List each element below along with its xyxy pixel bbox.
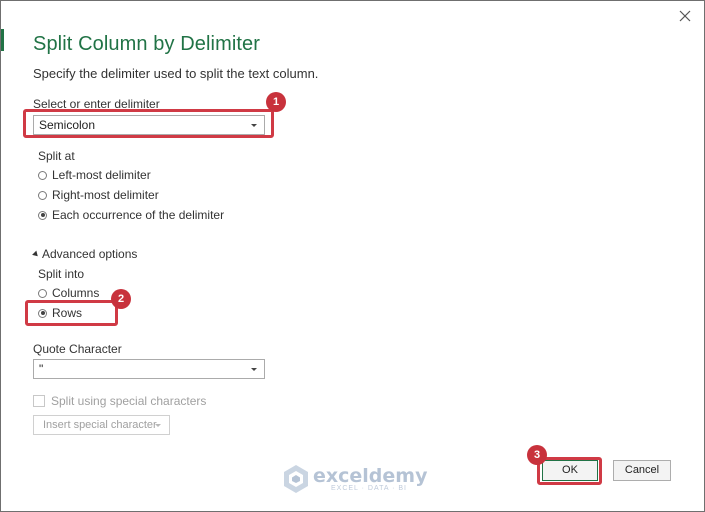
radio-left-most[interactable]: Left-most delimiter bbox=[38, 168, 151, 182]
insert-special-character-button: Insert special character bbox=[33, 415, 170, 435]
radio-rows[interactable]: Rows bbox=[38, 306, 82, 320]
advanced-options-toggle[interactable]: Advanced options bbox=[32, 247, 138, 261]
split-into-label: Split into bbox=[38, 267, 85, 281]
chevron-down-icon bbox=[251, 368, 257, 371]
radio-label: Each occurrence of the delimiter bbox=[52, 208, 225, 222]
radio-label: Left-most delimiter bbox=[52, 168, 151, 182]
dialog-subtitle: Specify the delimiter used to split the … bbox=[33, 66, 319, 81]
radio-button-selected[interactable] bbox=[38, 308, 47, 318]
quote-character-value: " bbox=[39, 362, 44, 376]
insert-special-character-label: Insert special character bbox=[43, 419, 157, 431]
watermark-tagline: EXCEL · DATA · BI bbox=[331, 484, 407, 492]
advanced-options-label: Advanced options bbox=[42, 247, 138, 261]
radio-button[interactable] bbox=[38, 190, 47, 200]
step-badge-3: 3 bbox=[527, 445, 547, 465]
split-column-dialog: Split Column by Delimiter Specify the de… bbox=[0, 0, 705, 512]
step-badge-2: 2 bbox=[111, 289, 131, 309]
quote-character-label: Quote Character bbox=[33, 342, 122, 356]
dialog-accent-bar bbox=[1, 29, 4, 51]
radio-label: Columns bbox=[52, 286, 100, 300]
exceldemy-watermark: exceldemy EXCEL · DATA · BI bbox=[283, 464, 427, 494]
radio-button[interactable] bbox=[38, 288, 47, 298]
delimiter-value: Semicolon bbox=[39, 118, 96, 132]
cancel-button[interactable]: Cancel bbox=[613, 460, 671, 481]
special-characters-label: Split using special characters bbox=[51, 394, 207, 408]
dialog-title: Split Column by Delimiter bbox=[33, 33, 261, 55]
close-icon bbox=[679, 10, 691, 22]
ok-button[interactable]: OK bbox=[542, 460, 598, 481]
chevron-down-icon bbox=[155, 424, 161, 427]
expand-triangle-icon bbox=[32, 250, 40, 259]
radio-button-selected[interactable] bbox=[38, 210, 47, 220]
close-button[interactable] bbox=[676, 7, 694, 25]
radio-each-occurrence[interactable]: Each occurrence of the delimiter bbox=[38, 208, 224, 222]
radio-label: Right-most delimiter bbox=[52, 188, 159, 202]
exceldemy-logo-icon bbox=[284, 465, 308, 493]
delimiter-label: Select or enter delimiter bbox=[33, 97, 160, 111]
split-at-label: Split at bbox=[38, 149, 75, 163]
radio-right-most[interactable]: Right-most delimiter bbox=[38, 188, 159, 202]
quote-character-dropdown[interactable]: " bbox=[33, 359, 265, 379]
chevron-down-icon bbox=[251, 124, 257, 127]
delimiter-dropdown[interactable]: Semicolon bbox=[33, 115, 265, 135]
step-badge-1: 1 bbox=[266, 92, 286, 112]
radio-columns[interactable]: Columns bbox=[38, 286, 99, 300]
watermark-name: exceldemy bbox=[313, 464, 428, 487]
radio-button[interactable] bbox=[38, 170, 47, 180]
special-characters-checkbox bbox=[33, 395, 45, 407]
radio-label: Rows bbox=[52, 306, 83, 320]
special-characters-checkbox-row: Split using special characters bbox=[33, 394, 206, 408]
